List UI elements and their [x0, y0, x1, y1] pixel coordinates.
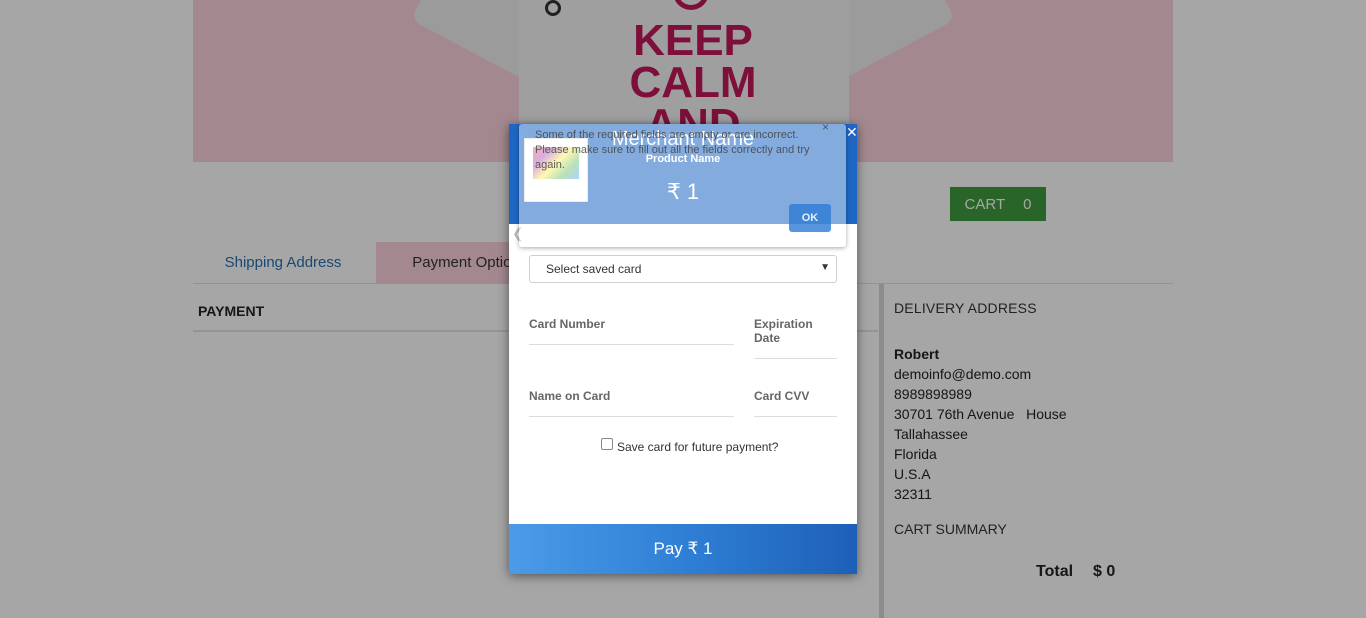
validation-alert: Some of the required fields are empty or…: [519, 120, 846, 247]
save-card-row: Save card for future payment?: [601, 438, 779, 454]
alert-close-icon[interactable]: ×: [822, 120, 829, 134]
saved-card-select[interactable]: Select saved card ▼: [529, 255, 837, 283]
name-on-card-field[interactable]: Name on Card: [529, 389, 734, 417]
pay-button[interactable]: Pay ₹ 1: [509, 524, 857, 574]
save-card-checkbox[interactable]: [601, 438, 613, 450]
expiration-date-field[interactable]: Expiration Date: [754, 317, 837, 359]
card-number-field[interactable]: Card Number: [529, 317, 734, 345]
alert-ok-button[interactable]: OK: [789, 204, 831, 232]
alert-message: Some of the required fields are empty or…: [535, 129, 810, 171]
close-icon[interactable]: ✕: [846, 124, 858, 141]
card-cvv-field[interactable]: Card CVV: [754, 389, 837, 417]
save-card-label: Save card for future payment?: [617, 440, 779, 454]
saved-card-value: Select saved card: [546, 262, 642, 276]
chevron-down-icon: ▼: [820, 262, 830, 273]
